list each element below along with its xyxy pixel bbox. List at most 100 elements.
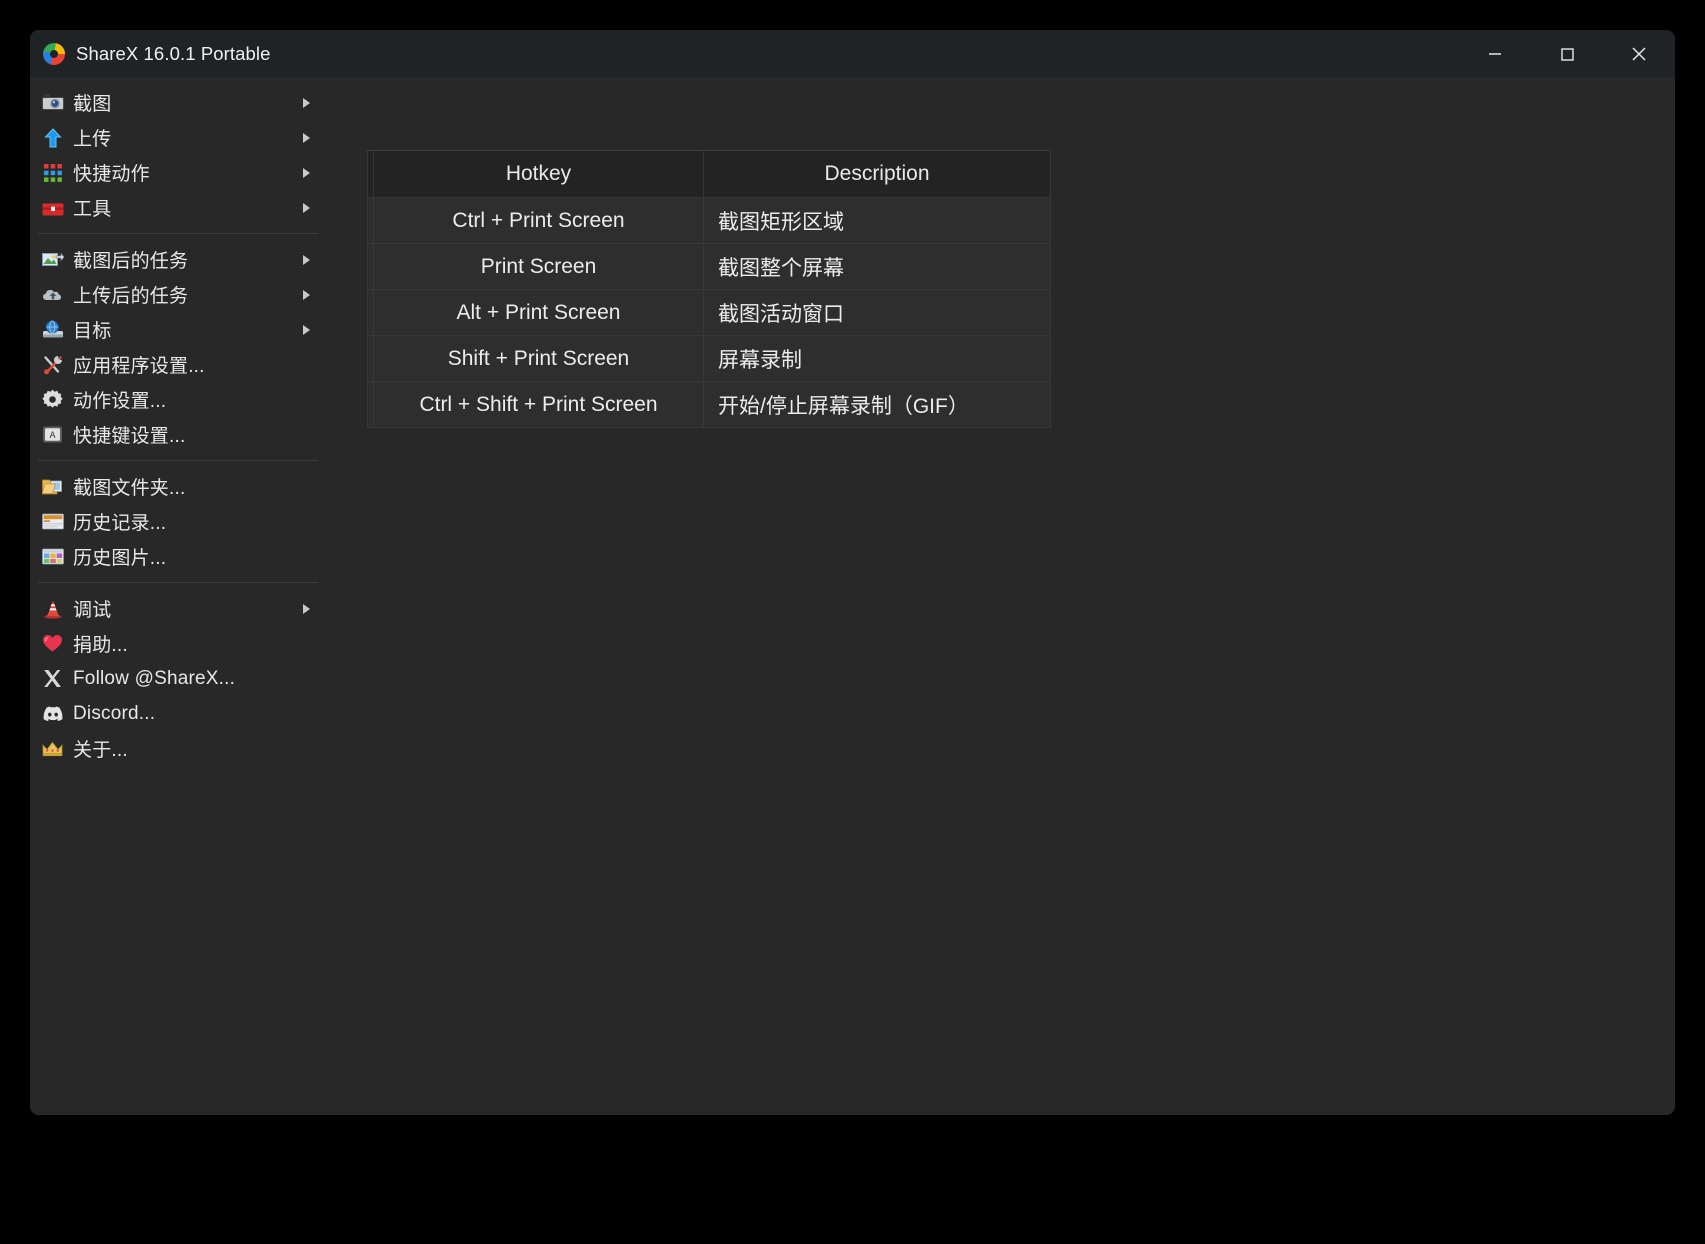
crown-icon xyxy=(41,737,64,760)
hotkey-table-header-row: Hotkey Description xyxy=(367,150,1051,198)
maximize-button[interactable] xyxy=(1531,30,1603,77)
chevron-right-icon xyxy=(303,202,310,213)
hotkey-cell: Ctrl + Shift + Print Screen xyxy=(373,381,704,428)
sidebar-item-label: 上传 xyxy=(73,129,112,150)
sidebar-item-label: Follow @ShareX... xyxy=(73,667,236,689)
sharex-main-window: ShareX 16.0.1 Portable 截图 上传 快捷动作 工具 截图后… xyxy=(30,30,1675,1115)
sidebar-item-label: 上传后的任务 xyxy=(73,286,189,307)
sidebar-item-discord[interactable]: Discord... xyxy=(30,696,332,731)
chevron-right-icon xyxy=(303,254,310,265)
sidebar-item-label: 截图后的任务 xyxy=(73,251,189,272)
close-button[interactable] xyxy=(1603,30,1675,77)
chevron-right-icon xyxy=(303,603,310,614)
discord-icon xyxy=(41,702,64,725)
chevron-right-icon xyxy=(303,324,310,335)
sidebar-item-follow-sharex[interactable]: Follow @ShareX... xyxy=(30,661,332,696)
image-history-icon xyxy=(41,545,64,568)
sidebar-item-label: Discord... xyxy=(73,702,156,724)
sidebar-item-label: 动作设置... xyxy=(73,391,167,412)
sidebar-item-label: 捐助... xyxy=(73,635,128,656)
keyboard-key-icon: A xyxy=(41,423,64,446)
sidebar-item-tools[interactable]: 工具 xyxy=(30,190,332,225)
folder-icon xyxy=(41,475,64,498)
sidebar-item-debug[interactable]: 调试 xyxy=(30,591,332,626)
traffic-cone-icon xyxy=(41,597,64,620)
grid-dots-icon xyxy=(41,161,64,184)
gear-icon xyxy=(41,388,64,411)
hotkey-panel: Hotkey Description Ctrl + Print Screen 截… xyxy=(332,77,1675,1115)
description-cell: 截图活动窗口 xyxy=(703,289,1051,336)
sidebar-item-label: 历史图片... xyxy=(73,548,167,569)
sidebar-item-screenshot-folder[interactable]: 截图文件夹... xyxy=(30,469,332,504)
sidebar-item-label: 调试 xyxy=(73,600,112,621)
description-cell: 截图矩形区域 xyxy=(703,197,1051,244)
sidebar-item-hotkey-settings[interactable]: A 快捷键设置... xyxy=(30,417,332,452)
x-twitter-icon xyxy=(41,667,64,690)
description-column-header: Description xyxy=(703,150,1051,198)
sharex-logo-icon xyxy=(43,42,65,65)
hotkey-table: Hotkey Description Ctrl + Print Screen 截… xyxy=(367,150,1051,428)
chevron-right-icon xyxy=(303,167,310,178)
wrench-screwdriver-icon xyxy=(41,353,64,376)
description-cell: 开始/停止屏幕录制（GIF） xyxy=(703,381,1051,428)
sidebar-item-label: 截图文件夹... xyxy=(73,478,186,499)
chevron-right-icon xyxy=(303,289,310,300)
table-row[interactable]: Ctrl + Print Screen 截图矩形区域 xyxy=(367,197,1051,244)
toolbox-icon xyxy=(41,196,64,219)
sidebar-item-upload[interactable]: 上传 xyxy=(30,120,332,155)
sidebar-item-label: 历史记录... xyxy=(73,513,167,534)
table-row[interactable]: Alt + Print Screen 截图活动窗口 xyxy=(367,289,1051,336)
sidebar-item-task-settings[interactable]: 动作设置... xyxy=(30,382,332,417)
hotkey-cell: Alt + Print Screen xyxy=(373,289,704,336)
sidebar-item-label: 截图 xyxy=(73,94,112,115)
chevron-right-icon xyxy=(303,132,310,143)
sidebar-item-application-settings[interactable]: 应用程序设置... xyxy=(30,347,332,382)
window-body: 截图 上传 快捷动作 工具 截图后的任务 上传后的任务 目标 应用程序设置...… xyxy=(30,77,1675,1115)
description-cell: 屏幕录制 xyxy=(703,335,1051,382)
sidebar-item-destination[interactable]: 目标 xyxy=(30,312,332,347)
chevron-right-icon xyxy=(303,97,310,108)
close-icon xyxy=(1632,46,1646,61)
hotkey-table-head: Hotkey Description xyxy=(367,150,1051,198)
sidebar-item-donate[interactable]: 捐助... xyxy=(30,626,332,661)
after-capture-icon xyxy=(41,248,64,271)
window-title: ShareX 16.0.1 Portable xyxy=(76,42,271,64)
minimize-button[interactable] xyxy=(1459,30,1531,77)
sidebar-item-label: 工具 xyxy=(73,199,112,220)
main-menu-sidebar: 截图 上传 快捷动作 工具 截图后的任务 上传后的任务 目标 应用程序设置...… xyxy=(30,77,332,1115)
sidebar-item-label: 快捷动作 xyxy=(73,164,150,185)
sidebar-item-about[interactable]: 关于... xyxy=(30,731,332,766)
heart-icon xyxy=(41,632,64,655)
sidebar-item-quick-actions[interactable]: 快捷动作 xyxy=(30,155,332,190)
sidebar-item-after-upload-tasks[interactable]: 上传后的任务 xyxy=(30,277,332,312)
minimize-icon xyxy=(1489,52,1501,55)
menu-separator xyxy=(38,233,318,234)
hotkey-cell: Shift + Print Screen xyxy=(373,335,704,382)
sidebar-item-capture[interactable]: 截图 xyxy=(30,85,332,120)
destination-icon xyxy=(41,318,64,341)
description-cell: 截图整个屏幕 xyxy=(703,243,1051,290)
camera-icon xyxy=(41,91,64,114)
maximize-icon xyxy=(1561,47,1574,61)
table-row[interactable]: Print Screen 截图整个屏幕 xyxy=(367,243,1051,290)
title-bar: ShareX 16.0.1 Portable xyxy=(30,30,1675,77)
hotkey-table-body: Ctrl + Print Screen 截图矩形区域 Print Screen … xyxy=(367,197,1051,428)
table-row[interactable]: Shift + Print Screen 屏幕录制 xyxy=(367,335,1051,382)
sidebar-item-after-capture-tasks[interactable]: 截图后的任务 xyxy=(30,242,332,277)
menu-separator xyxy=(38,582,318,583)
sidebar-item-image-history[interactable]: 历史图片... xyxy=(30,539,332,574)
sidebar-item-label: 关于... xyxy=(73,740,128,761)
hotkey-cell: Ctrl + Print Screen xyxy=(373,197,704,244)
sidebar-item-label: 应用程序设置... xyxy=(73,356,205,377)
sidebar-item-label: 快捷键设置... xyxy=(73,426,186,447)
hotkey-cell: Print Screen xyxy=(373,243,704,290)
history-list-icon xyxy=(41,510,64,533)
after-upload-icon xyxy=(41,283,64,306)
table-row[interactable]: Ctrl + Shift + Print Screen 开始/停止屏幕录制（GI… xyxy=(367,381,1051,428)
window-controls xyxy=(1459,30,1675,77)
hotkey-column-header: Hotkey xyxy=(373,150,704,198)
upload-arrow-icon xyxy=(41,126,64,149)
sidebar-item-label: 目标 xyxy=(73,321,112,342)
svg-text:A: A xyxy=(49,430,55,440)
sidebar-item-history[interactable]: 历史记录... xyxy=(30,504,332,539)
